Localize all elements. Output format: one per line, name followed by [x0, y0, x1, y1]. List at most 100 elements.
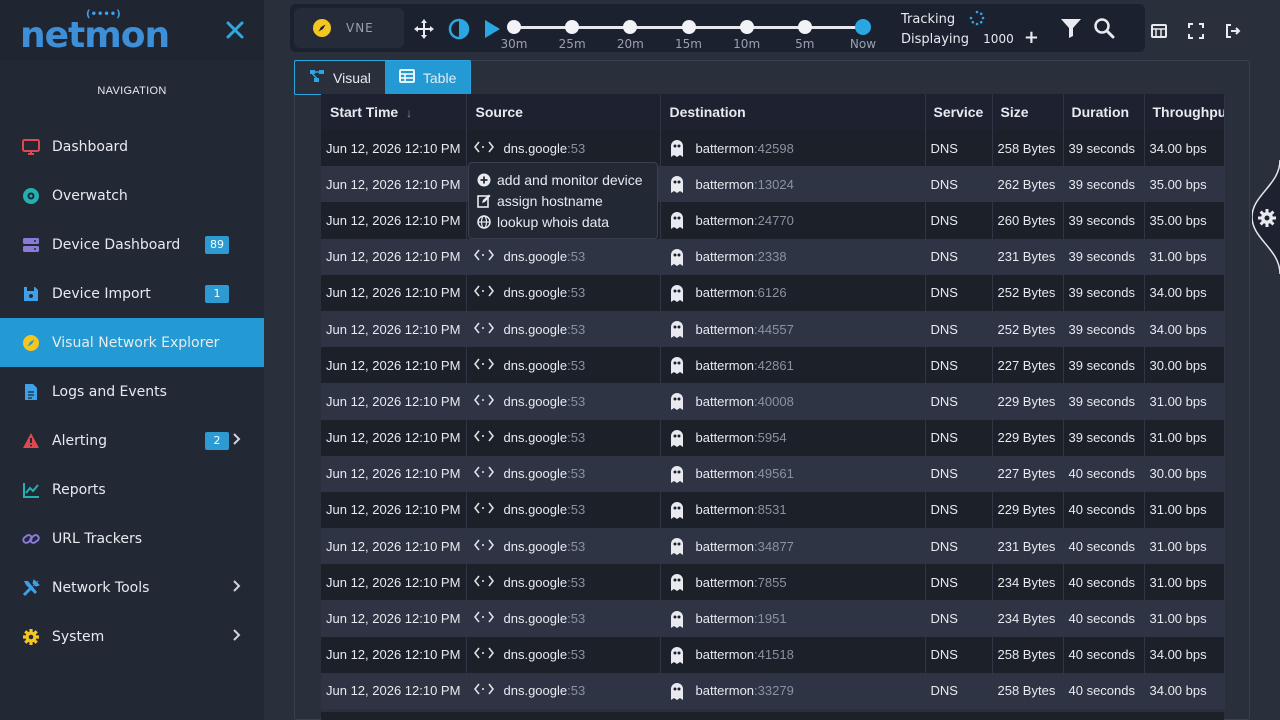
destination-host[interactable]: battermon: [696, 394, 755, 409]
source-host[interactable]: dns.google: [504, 358, 568, 373]
destination-host[interactable]: battermon: [696, 358, 755, 373]
table-row[interactable]: Jun 12, 2026 12:10 PMdns.google:53batter…: [321, 130, 1225, 167]
cell-destination[interactable]: battermon:6126: [660, 274, 926, 311]
col-size[interactable]: Size: [992, 94, 1064, 130]
cell-source[interactable]: dns.google:53: [466, 274, 661, 311]
sidebar-item-dashboard[interactable]: Dashboard: [0, 122, 264, 171]
table-row[interactable]: Jun 12, 2026 12:10 PMdns.google:53batter…: [321, 528, 1225, 565]
vne-mode-pill[interactable]: VNE: [294, 8, 404, 48]
slider-stop[interactable]: [681, 20, 696, 34]
destination-host[interactable]: battermon: [696, 177, 755, 192]
cell-destination[interactable]: battermon:44557: [660, 310, 926, 348]
cell-source[interactable]: dns.google:53: [466, 130, 661, 167]
table-row[interactable]: Jun 12, 2026 12:10 PMdns.google:53batter…: [321, 564, 1225, 601]
cell-destination[interactable]: battermon:8531: [660, 491, 926, 529]
table-row[interactable]: Jun 12, 2026 12:10 PMdns.google:53batter…: [321, 636, 1225, 673]
logout-icon[interactable]: [1225, 23, 1241, 43]
table-row[interactable]: Jun 12, 2026 12:10 PMdns.google:53batter…: [321, 672, 1225, 709]
table-row[interactable]: Jun 12, 2026 12:10 PMdns.google:53batter…: [321, 383, 1225, 420]
slider-stop[interactable]: [565, 20, 580, 34]
destination-host[interactable]: battermon: [696, 683, 755, 698]
slider-stop[interactable]: [739, 20, 754, 34]
cell-destination[interactable]: battermon:5954: [660, 419, 926, 456]
save-layout-icon[interactable]: [1151, 23, 1167, 43]
table-row[interactable]: Jun 12, 2026 12:10 PMdns.google:53batter…: [321, 491, 1225, 529]
menu-add-monitor-device[interactable]: add and monitor device: [477, 169, 649, 190]
destination-host[interactable]: battermon: [696, 213, 755, 228]
table-row[interactable]: Jun 12, 2026 12:10 PMdns.google:53batter…: [321, 600, 1225, 637]
cell-source[interactable]: dns.google:53: [466, 636, 661, 673]
settings-drawer-tab[interactable]: [1251, 159, 1280, 275]
cell-destination[interactable]: battermon:2338: [660, 238, 926, 275]
cell-source[interactable]: dns.google:53: [466, 672, 661, 709]
sidebar-item-reports[interactable]: Reports: [0, 465, 264, 514]
col-service[interactable]: Service: [925, 94, 993, 130]
chevron-right-icon[interactable]: [231, 628, 241, 645]
menu-assign-hostname[interactable]: assign hostname: [477, 190, 649, 211]
slider-stop[interactable]: [507, 20, 521, 34]
cell-destination[interactable]: battermon:1951: [660, 600, 926, 637]
cell-source[interactable]: dns.google:53: [466, 455, 661, 492]
table-row[interactable]: Jun 12, 2026 12:10 PMdns.google:53batter…: [321, 419, 1225, 456]
table-row[interactable]: Jun 12, 2026 12:10 PMdns.google:53batter…: [321, 455, 1225, 492]
table-row[interactable]: Jun 12, 2026 12:10 PMdns.google:53batter…: [321, 310, 1225, 348]
chevron-right-icon[interactable]: [231, 579, 241, 596]
destination-host[interactable]: battermon: [696, 466, 755, 481]
cell-source[interactable]: dns.google:53: [466, 238, 661, 275]
col-destination[interactable]: Destination: [660, 94, 926, 130]
source-host[interactable]: dns.google: [504, 611, 568, 626]
cell-source[interactable]: dns.google:53: [466, 600, 661, 637]
sidebar-item-overwatch[interactable]: Overwatch: [0, 171, 264, 220]
sidebar-item-system[interactable]: System: [0, 612, 264, 661]
cell-source[interactable]: dns.google:53: [466, 383, 661, 420]
cell-destination[interactable]: battermon:42861: [660, 347, 926, 384]
table-row[interactable]: Jun 12, 2026 12:10 PMdns.google:53batter…: [321, 347, 1225, 384]
sidebar-item-url-trackers[interactable]: URL Trackers: [0, 514, 264, 563]
col-duration[interactable]: Duration: [1063, 94, 1145, 130]
cell-source[interactable]: dns.google:53: [466, 419, 661, 456]
cell-destination[interactable]: battermon:41518: [660, 636, 926, 673]
cell-source[interactable]: dns.google:53: [466, 528, 661, 565]
netmon-logo[interactable]: (••••) netmon: [20, 4, 170, 56]
cell-source[interactable]: dns.google:53: [466, 564, 661, 601]
destination-host[interactable]: battermon: [696, 285, 755, 300]
cell-destination[interactable]: battermon:33279: [660, 672, 926, 709]
slider-stop[interactable]: [797, 20, 812, 34]
slider-stop[interactable]: [623, 20, 638, 34]
cell-destination[interactable]: battermon:13024: [660, 166, 926, 203]
col-throughput[interactable]: Throughput: [1144, 94, 1225, 130]
cell-destination[interactable]: battermon:42598: [660, 130, 926, 167]
cell-source[interactable]: dns.google:53: [466, 491, 661, 529]
cell-source[interactable]: dns.google:53: [466, 347, 661, 384]
source-host[interactable]: dns.google: [504, 141, 568, 156]
destination-host[interactable]: battermon: [696, 322, 755, 337]
sidebar-item-visual-network-explorer[interactable]: Visual Network Explorer: [0, 318, 264, 367]
increase-count-icon[interactable]: +: [1024, 27, 1039, 48]
contrast-icon[interactable]: [448, 18, 470, 40]
close-sidebar-icon[interactable]: [224, 19, 246, 41]
menu-lookup-whois[interactable]: lookup whois data: [477, 211, 649, 232]
destination-host[interactable]: battermon: [696, 141, 755, 156]
col-start-time[interactable]: Start Time ↓: [321, 94, 467, 130]
source-host[interactable]: dns.google: [504, 539, 568, 554]
source-host[interactable]: dns.google: [504, 322, 568, 337]
table-row[interactable]: Jun 12, 2026 12:10 PMdns.google:53batter…: [321, 202, 1225, 239]
destination-host[interactable]: battermon: [696, 647, 755, 662]
destination-host[interactable]: battermon: [696, 430, 755, 445]
sort-desc-icon[interactable]: ↓: [406, 106, 412, 120]
sidebar-item-device-import[interactable]: Device Import 1: [0, 269, 264, 318]
fullscreen-icon[interactable]: [1188, 23, 1204, 43]
table-row[interactable]: Jun 12, 2026 12:10 PMdns.google:53batter…: [321, 166, 1225, 203]
source-host[interactable]: dns.google: [504, 466, 568, 481]
destination-host[interactable]: battermon: [696, 249, 755, 264]
table-row[interactable]: Jun 12, 2026 12:10 PMdns.google:53batter…: [321, 238, 1225, 275]
source-host[interactable]: dns.google: [504, 430, 568, 445]
source-host[interactable]: dns.google: [504, 249, 568, 264]
tab-table[interactable]: Table: [384, 61, 471, 94]
source-host[interactable]: dns.google: [504, 647, 568, 662]
destination-host[interactable]: battermon: [696, 502, 755, 517]
col-source[interactable]: Source: [466, 94, 661, 130]
tab-visual[interactable]: Visual: [295, 61, 385, 94]
cell-destination[interactable]: battermon:49561: [660, 455, 926, 492]
source-host[interactable]: dns.google: [504, 502, 568, 517]
